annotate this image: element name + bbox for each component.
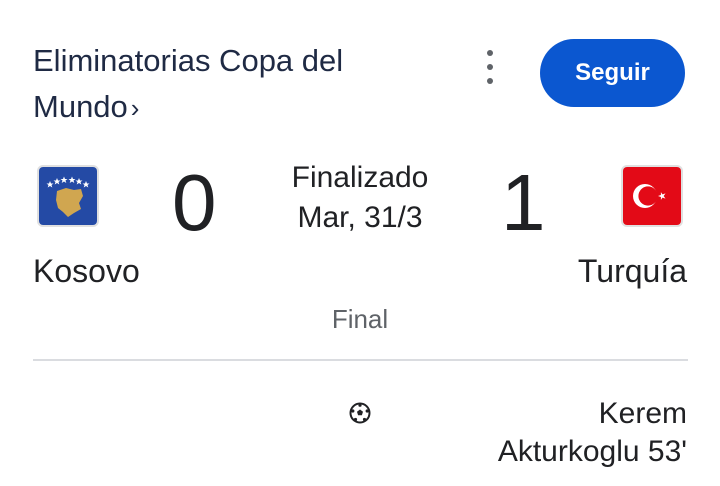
turkey-flag-graphic [623, 167, 681, 225]
match-date: Mar, 31/3 [297, 201, 423, 234]
competition-title[interactable]: Eliminatorias Copa del Mundo › [33, 38, 443, 131]
kebab-dot [487, 64, 493, 70]
away-score: 1 [501, 158, 546, 247]
kosovo-flag-graphic [39, 167, 97, 225]
kebab-dot [487, 78, 493, 84]
goal-scorer: Kerem Akturkoglu 53' [498, 395, 687, 471]
section-divider [33, 359, 688, 361]
away-team-name[interactable]: Turquía [578, 251, 687, 291]
match-status: Finalizado Mar, 31/3 [260, 158, 460, 238]
kebab-dot [487, 50, 493, 56]
home-score: 0 [172, 158, 217, 247]
scorer-line-1: Kerem [598, 397, 687, 430]
match-stage: Final [331, 304, 389, 334]
more-vert-icon[interactable] [476, 50, 504, 84]
soccer-ball-graphic [349, 402, 371, 424]
kosovo-flag-icon [39, 167, 97, 225]
follow-button[interactable]: Seguir [540, 39, 685, 107]
turkey-flag-icon [623, 167, 681, 225]
competition-title-text: Eliminatorias Copa del Mundo [33, 43, 344, 124]
scorer-line-2: Akturkoglu 53' [497, 435, 687, 468]
chevron-right-icon: › [130, 93, 140, 123]
soccer-ball-icon [349, 402, 371, 424]
status-label: Finalizado [291, 161, 429, 194]
home-team-name[interactable]: Kosovo [33, 251, 140, 291]
